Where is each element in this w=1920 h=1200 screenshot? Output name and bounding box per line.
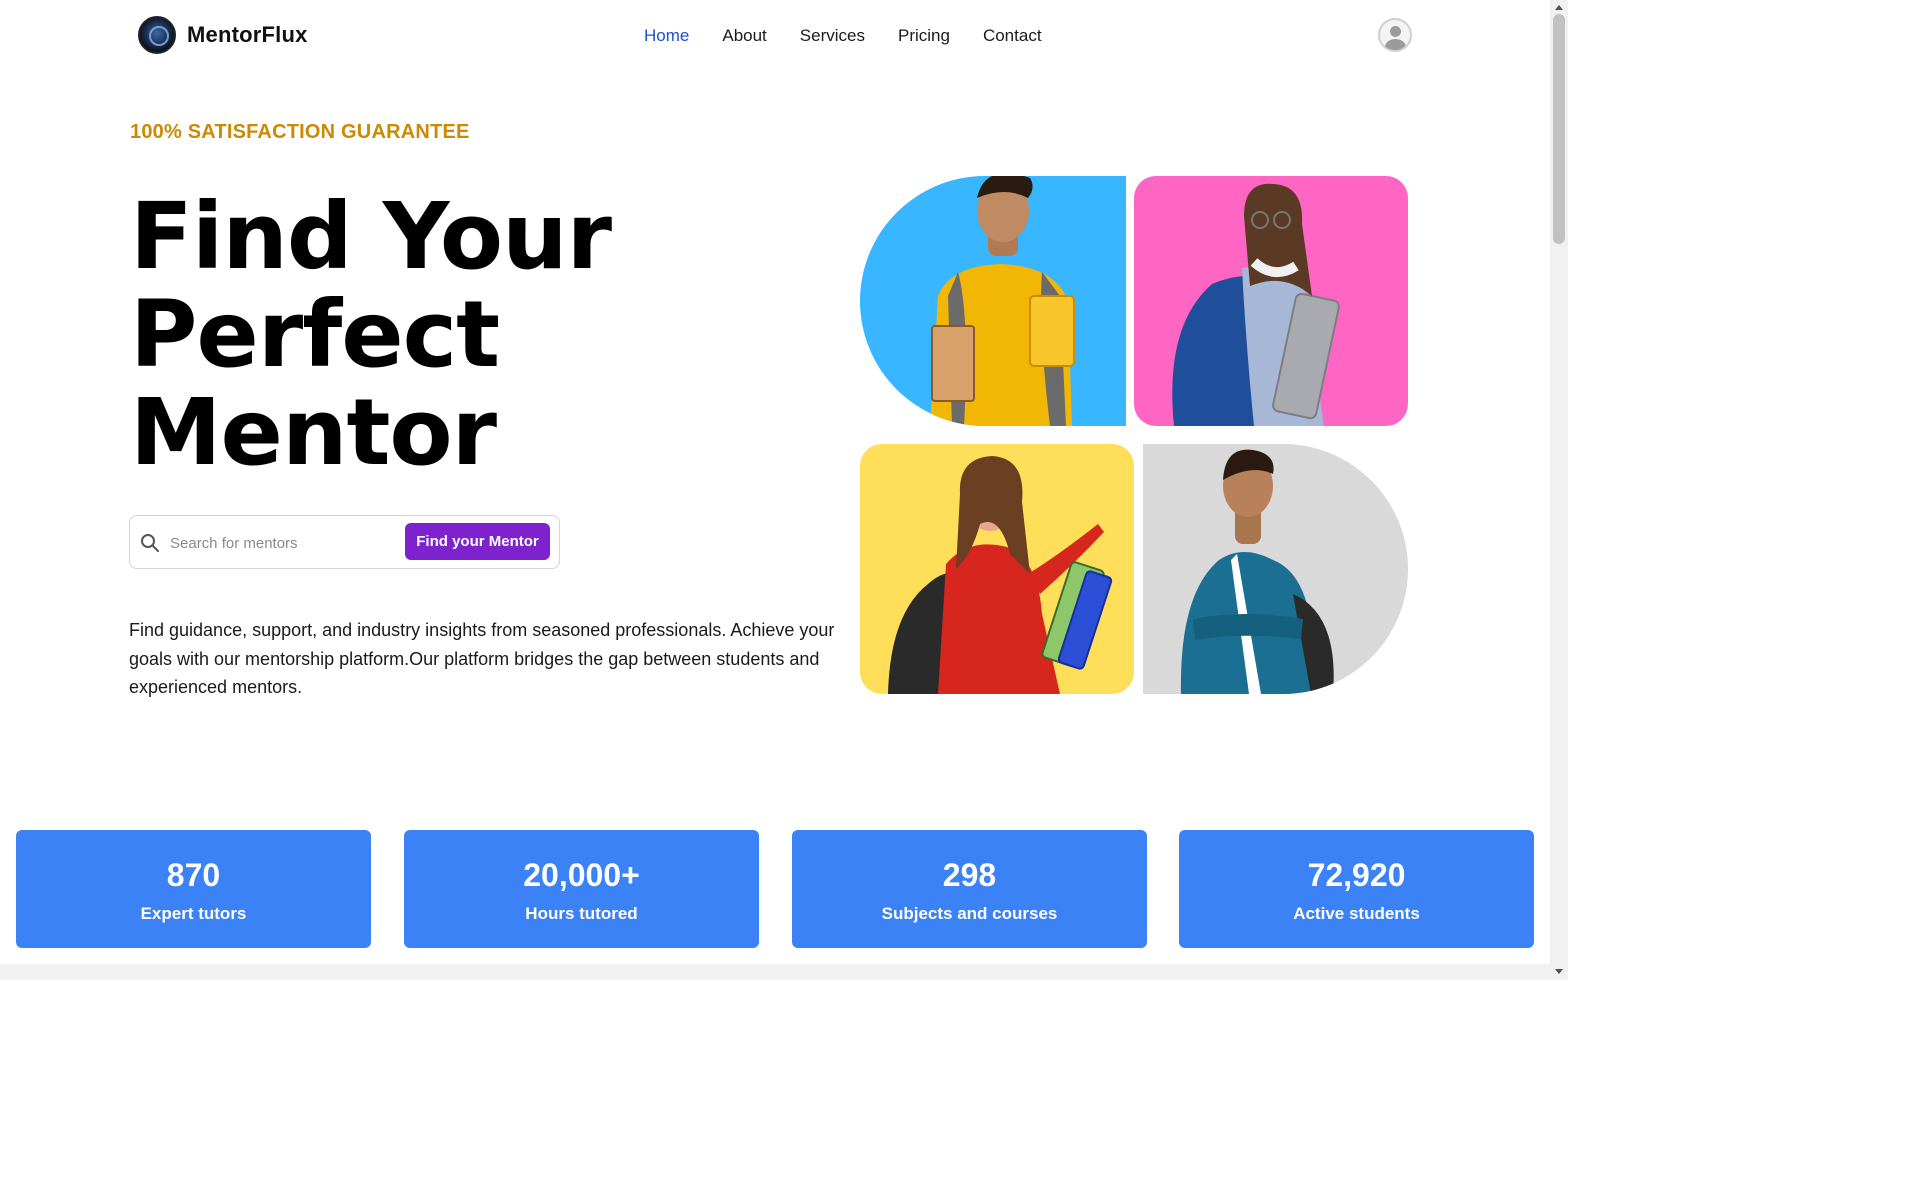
search-input[interactable]	[170, 527, 398, 559]
student-arms-crossed-photo	[1143, 444, 1408, 694]
navbar: MentorFlux Home About Services Pricing C…	[0, 0, 1550, 72]
satisfaction-eyebrow: 100% SATISFACTION GUARANTEE	[130, 121, 470, 143]
scroll-down-arrow-icon[interactable]	[1555, 969, 1563, 974]
student-with-books-figure	[930, 176, 1075, 426]
student-pointing-photo	[860, 444, 1134, 694]
user-avatar-icon[interactable]	[1378, 18, 1412, 52]
scroll-up-arrow-icon[interactable]	[1555, 5, 1563, 10]
stat-value: 72,920	[1307, 857, 1406, 893]
stat-value: 870	[166, 857, 221, 893]
student-with-laptop-photo	[1134, 176, 1408, 426]
nav-pricing-link[interactable]: Pricing	[898, 25, 950, 47]
scrollbar-thumb[interactable]	[1553, 14, 1565, 244]
stat-label: Subjects and courses	[881, 904, 1058, 923]
student-pointing-figure	[888, 456, 1113, 694]
find-mentor-button[interactable]: Find your Mentor	[405, 523, 550, 560]
next-section-edge	[0, 964, 1550, 980]
hero-title-line-3: Mentor	[130, 379, 497, 486]
stat-value: 298	[942, 857, 997, 893]
mentor-search-bar: Find your Mentor	[129, 515, 560, 569]
student-with-laptop-figure	[1172, 183, 1340, 426]
stat-label: Active students	[1293, 904, 1420, 923]
nav-home-link[interactable]: Home	[644, 25, 689, 47]
mentor-logo-icon	[138, 16, 176, 54]
search-icon	[141, 534, 159, 552]
brand-name: MentorFlux	[187, 22, 308, 47]
stat-label: Expert tutors	[140, 904, 247, 923]
avatar-body	[1385, 39, 1406, 50]
stat-card-hours: 20,000+ Hours tutored	[404, 830, 759, 948]
student-with-books-photo	[860, 176, 1126, 426]
stat-card-students: 72,920 Active students	[1179, 830, 1534, 948]
stats-section: 870 Expert tutors 20,000+ Hours tutored …	[16, 830, 1536, 948]
stat-card-tutors: 870 Expert tutors	[16, 830, 371, 948]
student-arms-crossed-figure	[1180, 449, 1334, 694]
stat-label: Hours tutored	[525, 904, 638, 923]
nav-services-link[interactable]: Services	[800, 25, 865, 47]
page-scrollbar[interactable]	[1550, 0, 1568, 980]
hero-title-line-2: Perfect	[130, 281, 500, 388]
nav-contact-link[interactable]: Contact	[983, 25, 1042, 47]
stat-card-subjects: 298 Subjects and courses	[792, 830, 1147, 948]
brand[interactable]: MentorFlux	[138, 16, 308, 54]
stat-value: 20,000+	[523, 857, 640, 893]
avatar-head	[1390, 26, 1401, 37]
nav-about-link[interactable]: About	[722, 25, 766, 47]
hero-title: Find Your Perfect Mentor	[130, 188, 770, 482]
main-menu: Home About Services Pricing Contact	[644, 25, 1075, 47]
hero-description: Find guidance, support, and industry ins…	[129, 620, 835, 697]
hero-title-line-1: Find Your	[130, 183, 612, 290]
